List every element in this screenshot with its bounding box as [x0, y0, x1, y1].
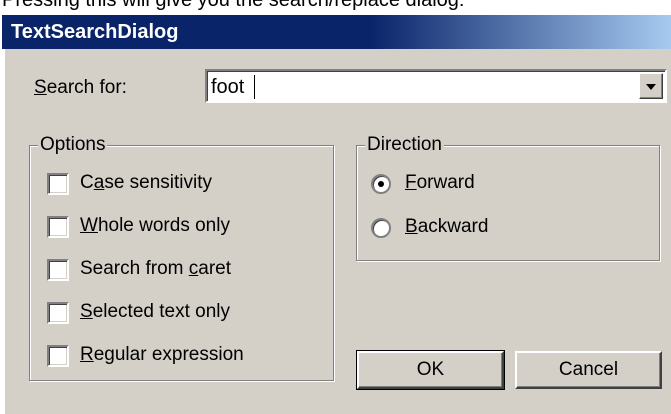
search-combobox[interactable]: foot: [205, 69, 667, 103]
backward-label[interactable]: Backward: [405, 216, 488, 238]
dropdown-button[interactable]: [639, 73, 663, 99]
forward-label-text: orward: [416, 172, 475, 193]
search-from-caret-label-post: aret: [198, 258, 232, 279]
direction-legend: Direction: [365, 134, 444, 156]
search-from-caret-label-pre: Search from: [80, 258, 189, 279]
forward-radio[interactable]: [371, 174, 391, 194]
whole-words-mnemonic: W: [80, 215, 98, 236]
regular-expression-label-post: egular expression: [93, 344, 244, 365]
chevron-down-icon: [646, 84, 656, 90]
options-legend: Options: [38, 134, 108, 156]
search-from-caret-checkbox[interactable]: [47, 259, 69, 281]
search-input[interactable]: foot: [211, 74, 244, 100]
backward-label-text: ackward: [417, 216, 489, 237]
forward-label[interactable]: Forward: [405, 172, 475, 194]
ok-button[interactable]: OK: [356, 350, 505, 390]
case-sensitivity-checkbox[interactable]: [47, 173, 69, 195]
case-sensitivity-label-post: se sensitivity: [104, 172, 213, 193]
caption-text: Pressing this will give you the search/r…: [2, 0, 465, 11]
case-sensitivity-label[interactable]: Case sensitivity: [80, 172, 212, 194]
forward-mnemonic: F: [405, 172, 417, 193]
case-sensitivity-label-pre: C: [80, 172, 94, 193]
selected-text-mnemonic: S: [80, 301, 93, 322]
search-for-label: Search for:: [34, 77, 127, 99]
backward-radio[interactable]: [371, 218, 391, 238]
selected-text-label-post: elected text only: [92, 301, 230, 322]
window-title: TextSearchDialog: [11, 21, 179, 43]
selected-text-checkbox[interactable]: [47, 302, 69, 324]
regular-expression-label[interactable]: Regular expression: [80, 344, 244, 366]
direction-group: Direction: [356, 134, 660, 261]
search-from-caret-label[interactable]: Search from caret: [80, 258, 231, 280]
cancel-button[interactable]: Cancel: [515, 351, 662, 389]
text-caret: [254, 75, 255, 99]
search-for-mnemonic: S: [34, 77, 47, 98]
whole-words-label[interactable]: Whole words only: [80, 215, 230, 237]
search-from-caret-mnemonic: c: [188, 258, 199, 279]
title-bar[interactable]: TextSearchDialog: [2, 15, 671, 49]
case-sensitivity-mnemonic: a: [93, 172, 105, 193]
selected-text-label[interactable]: Selected text only: [80, 301, 230, 323]
regular-expression-mnemonic: R: [80, 344, 94, 365]
regular-expression-checkbox[interactable]: [47, 345, 69, 367]
whole-words-label-post: hole words only: [97, 215, 230, 236]
backward-mnemonic: B: [405, 216, 418, 237]
radio-selected-dot: [378, 181, 384, 187]
whole-words-checkbox[interactable]: [47, 216, 69, 238]
search-for-label-text: earch for:: [46, 77, 127, 98]
